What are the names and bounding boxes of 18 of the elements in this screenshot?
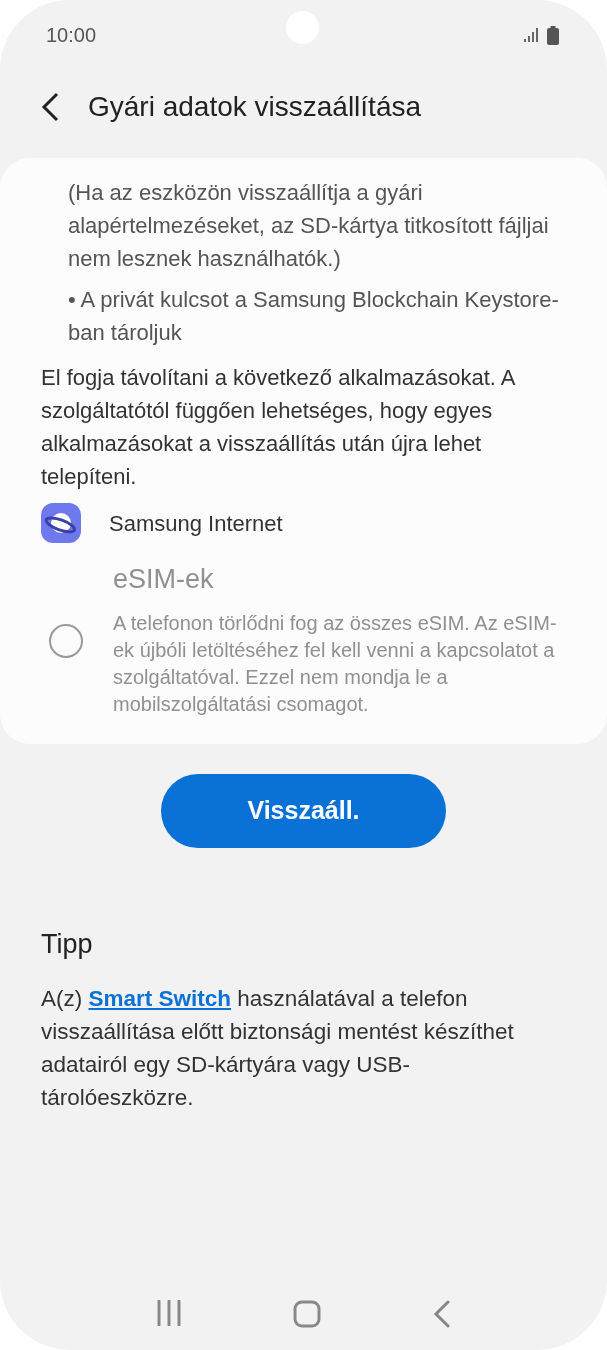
page-title: Gyári adatok visszaállítása [88,90,422,124]
option-description: A telefonon törlődni fog az összes eSIM. Az eSIM-ek újbóli letöltéséhez fel kell venni a kapcsolatot a szolgáltatóval. Ezzel nem mondja le a mobilszolgáltatási csomagot. [113,611,558,717]
status-time: 10:00 [46,23,97,48]
tip-title: Tipp [41,928,94,961]
reset-button[interactable]: Visszaáll. [161,774,446,848]
battery-icon [547,25,559,45]
smart-switch-link[interactable]: Smart Switch [88,986,232,1012]
tip-text: A(z) Smart Switch használatával a telefon visszaállítása előtt biztonsági mentést készíthet adatairól egy SD-kártyára vagy USB-tárolóeszközre. [41,985,515,1113]
option-title: eSIM-ek [113,563,215,596]
home-icon[interactable] [293,1300,322,1328]
note-text: (Ha az eszközön visszaállítja a gyári alapértelmezéseket, az SD-kártya titkosított fájljai nem lesznek használhatók.) [67,179,550,273]
signal-icon [523,27,539,43]
browser-app-icon [41,503,81,543]
info-text: El fogja távolítani a következő alkalmazásokat. A szolgáltatótól függően lehetséges, hogy egyes alkalmazásokat a visszaállítás után újra lehet telepíteni. [41,364,516,491]
recent-apps-icon[interactable] [155,1300,182,1326]
note-text: • A privát kulcsot a Samsung Blockchain Keystore-ban tároljuk [67,286,559,347]
back-icon[interactable] [40,92,60,122]
app-name: Samsung Internet [109,509,283,538]
